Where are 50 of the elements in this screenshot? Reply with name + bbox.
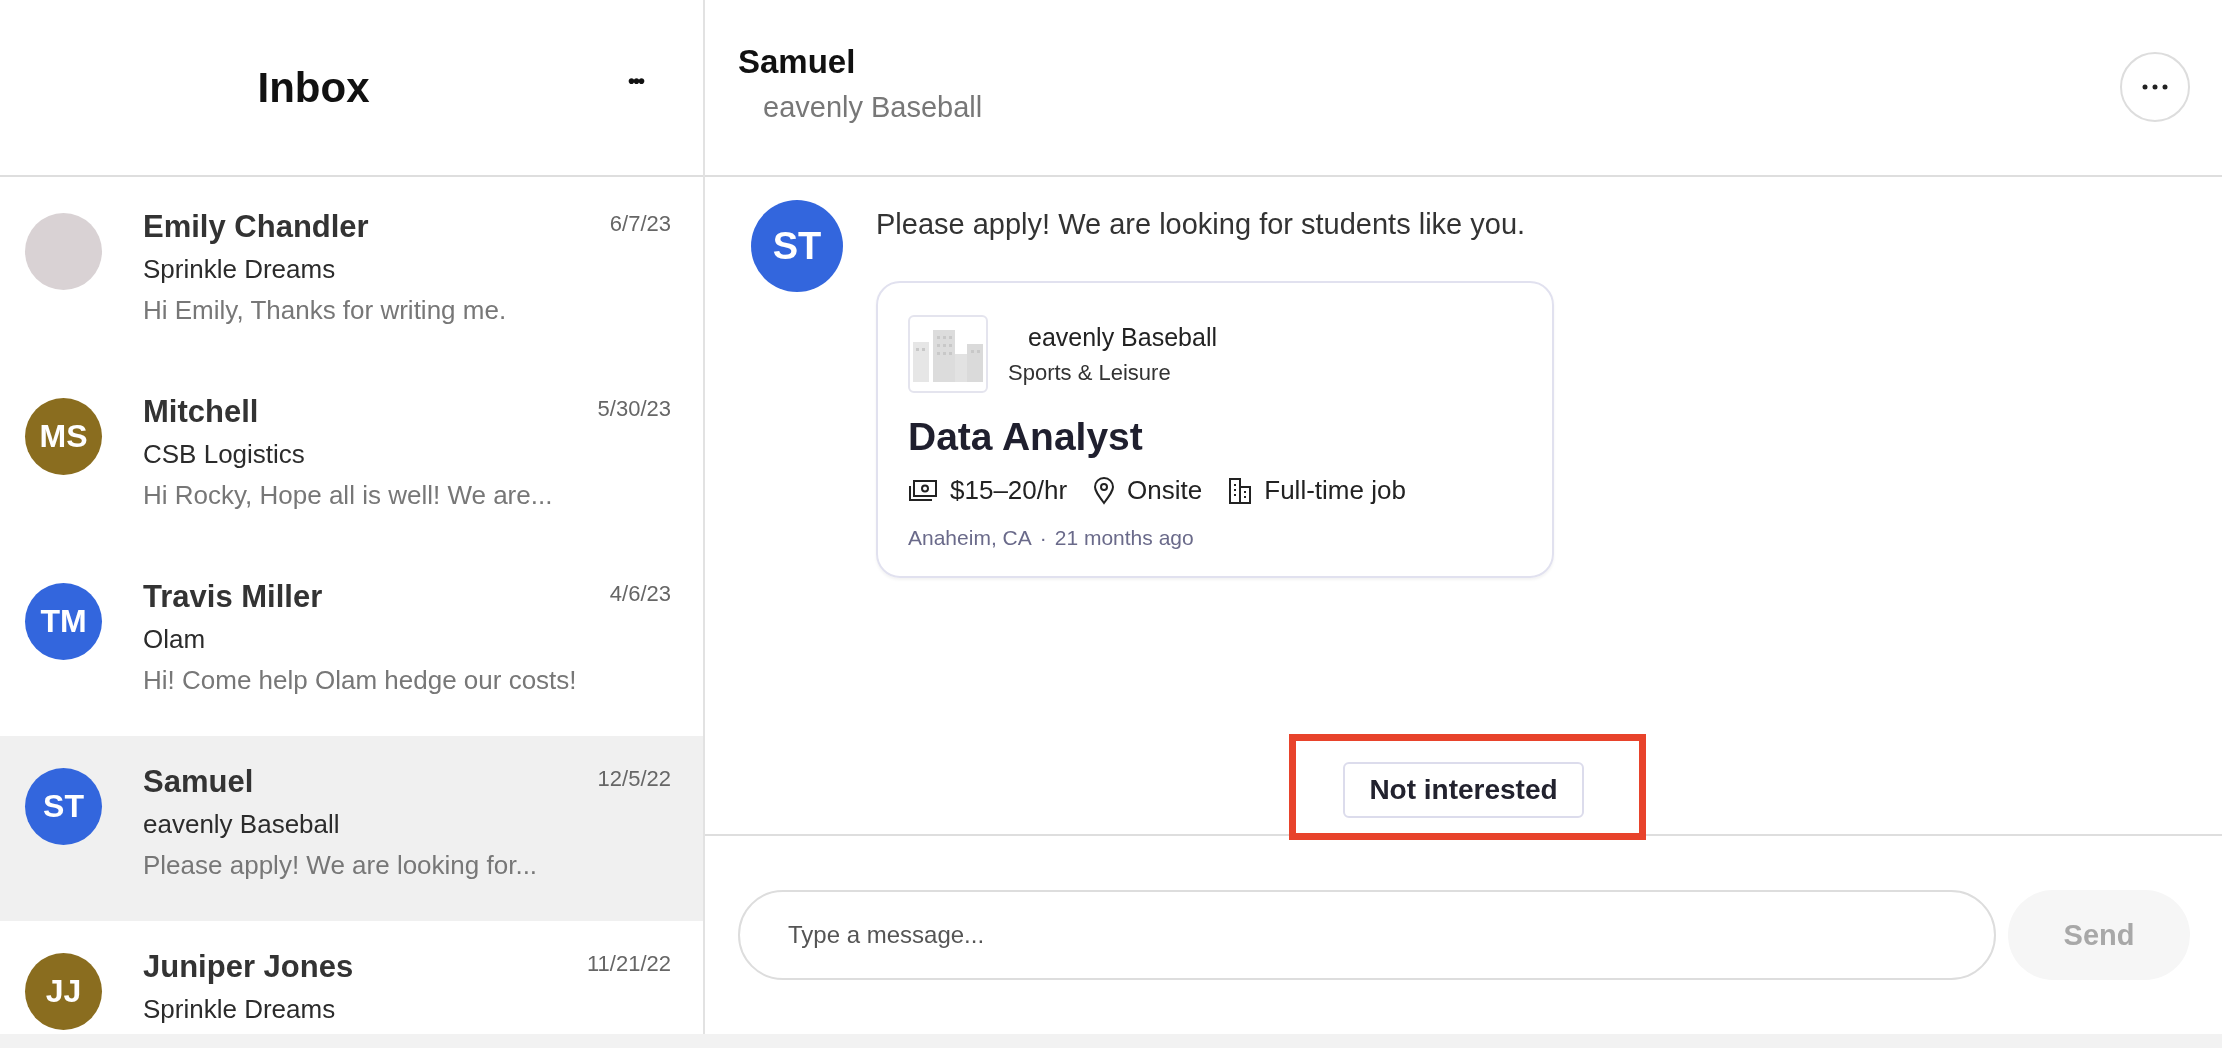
avatar: MS xyxy=(25,398,102,475)
job-detail: Onsite xyxy=(1127,475,1203,506)
message-preview: Hi Emily, Thanks for writing me. xyxy=(143,295,508,326)
company-name: CSB Logistics xyxy=(143,439,306,470)
conversation-item[interactable]: JJ Juniper Jones 11/21/22 Sprinkle Dreams xyxy=(0,921,703,1034)
message-date: 11/21/22 xyxy=(587,951,671,977)
company-name: eavenly Baseball xyxy=(143,809,341,840)
more-icon xyxy=(2142,84,2168,90)
message-preview: Hi! Come help Olam hedge our costs! xyxy=(143,665,578,696)
message-date: 6/7/23 xyxy=(609,211,671,237)
company-name: Sprinkle Dreams xyxy=(143,994,337,1025)
building-icon xyxy=(1228,476,1253,505)
conversation-item[interactable]: MS Mitchell 5/30/23 CSB Logistics Hi Rocky, Hope all is well! We are... xyxy=(0,366,703,551)
contact-name: Samuel xyxy=(738,43,857,81)
avatar: ST xyxy=(25,768,102,845)
job-detail: $15–20/hr xyxy=(950,475,1068,506)
avatar: JJ xyxy=(25,953,102,1030)
inbox-title: Inbox xyxy=(257,63,370,112)
avatar: TM xyxy=(25,583,102,660)
job-card[interactable]: eavenly Baseball Sports & Leisure Data Analyst $15–20/hr Onsite Full-time job Anaheim, CA · 21 months ago xyxy=(876,281,1554,578)
conversation-item[interactable]: TM Travis Miller 4/6/23 Olam Hi! Come help Olam hedge our costs! xyxy=(0,551,703,736)
separator-dot: · xyxy=(1039,526,1047,550)
contact-company: eavenly Baseball xyxy=(763,91,983,124)
message-date: 12/5/22 xyxy=(597,766,671,792)
job-title: Data Analyst xyxy=(908,415,1144,459)
posted-time: 21 months ago xyxy=(1054,526,1194,550)
contact-name: Travis Miller xyxy=(143,579,323,615)
company-name: Sprinkle Dreams xyxy=(143,254,337,285)
company-name: Olam xyxy=(143,624,207,655)
company-name: eavenly Baseball xyxy=(1028,322,1217,352)
message-date: 5/30/23 xyxy=(597,396,671,422)
industry-label: Sports & Leisure xyxy=(1008,359,1172,386)
contact-name: Samuel xyxy=(143,764,254,800)
message-preview: Hi Rocky, Hope all is well! We are... xyxy=(143,480,554,511)
message-preview: Please apply! We are looking for... xyxy=(143,850,539,881)
contact-name: Mitchell xyxy=(143,394,259,430)
cash-icon xyxy=(908,478,938,503)
avatar: ST xyxy=(751,200,843,292)
job-detail: Full-time job xyxy=(1264,475,1406,506)
contact-name: Emily Chandler xyxy=(143,209,369,245)
conversation-item[interactable]: Emily Chandler 6/7/23 Sprinkle Dreams Hi Emily, Thanks for writing me. xyxy=(0,181,703,366)
message-date: 4/6/23 xyxy=(609,581,671,607)
not-interested-button[interactable]: Not interested xyxy=(1343,762,1584,818)
job-location: Anaheim, CA xyxy=(908,526,1032,550)
location-pin-icon xyxy=(1093,476,1116,505)
message-input-field[interactable]: Type a message... xyxy=(738,890,1996,980)
contact-name: Juniper Jones xyxy=(143,949,354,985)
message-text: Please apply! We are looking for students like you. xyxy=(876,208,1527,241)
more-options-button[interactable]: ••• xyxy=(624,66,647,97)
conversation-item[interactable]: ST Samuel 12/5/22 eavenly Baseball Please apply! We are looking for... xyxy=(0,736,703,921)
